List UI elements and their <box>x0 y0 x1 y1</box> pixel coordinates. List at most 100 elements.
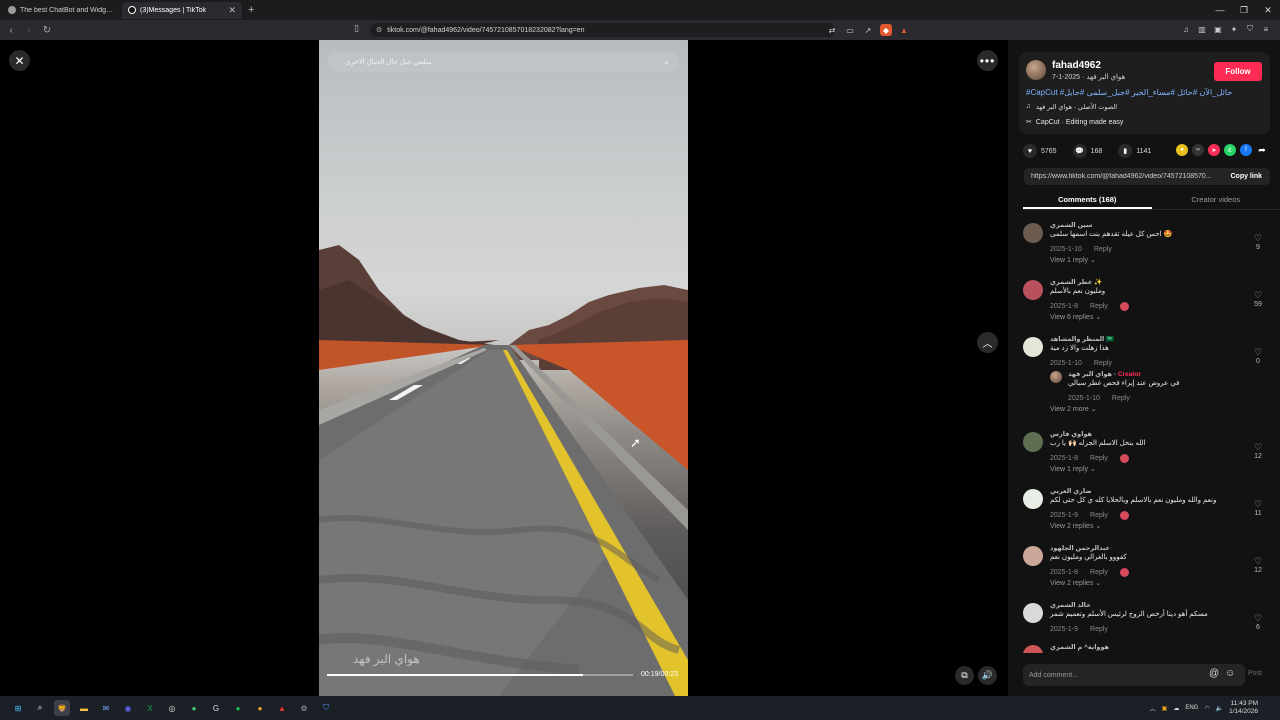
commenter-name[interactable]: هوواية^ م الشمري <box>1050 643 1273 652</box>
view-replies-link[interactable]: View 2 replies ⌄ <box>1050 522 1273 536</box>
send-to-friends-icon[interactable]: ➤ <box>1208 144 1220 156</box>
video-search-bar[interactable]: سلمى جبل جال الجبال الاخرى ⌕ <box>327 52 679 72</box>
like-stat[interactable]: ♥ 5765 <box>1023 144 1057 158</box>
wallet-icon[interactable]: ▣ <box>1212 23 1224 35</box>
language-indicator[interactable]: ENG <box>1185 705 1198 711</box>
app-icon[interactable]: ▲ <box>274 700 290 716</box>
reply-button[interactable]: Reply <box>1090 569 1108 576</box>
author-avatar[interactable] <box>1026 60 1046 80</box>
hashtags[interactable]: #CapCut #حائل_الآن #حائل #مساء_الخير #جب… <box>1026 88 1266 97</box>
brave-browser-icon[interactable]: 🦁 <box>54 700 70 716</box>
volume-icon[interactable]: 🔈 <box>1216 705 1223 712</box>
back-icon[interactable]: ‹ <box>4 23 18 37</box>
minimize-button[interactable]: — <box>1208 0 1232 20</box>
brave-shield-icon[interactable]: ◆ <box>880 24 892 36</box>
app-icon[interactable]: ● <box>252 700 268 716</box>
bookmark-icon[interactable]: ▯ <box>354 23 359 34</box>
discord-icon[interactable]: ◉ <box>120 700 136 716</box>
vpn-icon[interactable]: ⛉ <box>1244 23 1256 35</box>
close-tab-icon[interactable]: ✕ <box>228 5 236 16</box>
forward-icon[interactable]: › <box>22 23 36 37</box>
share-link-text[interactable]: https://www.tiktok.com/@fahad4962/video/… <box>1024 173 1222 180</box>
maximize-button[interactable]: ❐ <box>1232 0 1256 20</box>
comment-like[interactable]: ♡ 9 <box>1252 233 1264 251</box>
site-info-icon[interactable]: ⚙ <box>376 26 382 34</box>
share-arrow-icon[interactable]: ➦ <box>1256 144 1268 156</box>
reply-button[interactable]: Reply <box>1090 455 1108 462</box>
xbox-icon[interactable]: ● <box>186 700 202 716</box>
address-bar[interactable]: ⚙ tiktok.com/@fahad4962/video/7457210857… <box>370 23 835 37</box>
browser-tab-tiktok[interactable]: (3)Messages | TikTok ✕ <box>122 1 242 19</box>
comment-like[interactable]: ♡ 11 <box>1252 499 1264 517</box>
capcut-anchor[interactable]: ✂ CapCut · Editing made easy <box>1026 118 1123 127</box>
post-button[interactable]: Post <box>1248 670 1262 677</box>
tray-chevron-icon[interactable]: ︿ <box>1150 704 1156 713</box>
commenter-name[interactable]: ضاري العربي <box>1050 487 1273 496</box>
extension-icon[interactable]: ♫ <box>1180 23 1192 35</box>
view-replies-link[interactable]: View 1 reply ⌄ <box>1050 465 1273 479</box>
commenter-avatar[interactable] <box>1023 223 1043 243</box>
cast-icon[interactable]: ▭ <box>844 24 856 36</box>
commenter-name[interactable]: سين الشمري <box>1050 221 1273 230</box>
reload-icon[interactable]: ↻ <box>40 23 54 37</box>
comment-like[interactable]: ♡ 59 <box>1252 290 1264 308</box>
view-replies-link[interactable]: View 2 replies ⌄ <box>1050 579 1273 593</box>
comment-like[interactable]: ♡ 6 <box>1252 613 1264 631</box>
tray-app-icon[interactable]: ▣ <box>1162 705 1168 712</box>
comment-like[interactable]: ♡ 12 <box>1252 442 1264 460</box>
view-replies-link[interactable]: View 6 replies ⌄ <box>1050 313 1273 327</box>
commenter-avatar[interactable] <box>1023 546 1043 566</box>
excel-icon[interactable]: X <box>142 700 158 716</box>
whatsapp-icon[interactable]: ✆ <box>1224 144 1236 156</box>
wifi-icon[interactable]: ◠ <box>1204 705 1209 712</box>
shield-icon[interactable]: ⛉ <box>318 700 334 716</box>
app-icon[interactable]: ◎ <box>164 700 180 716</box>
browser-tab-chatbot[interactable]: The best ChatBot and Widgets for K <box>2 2 120 19</box>
view-more-link[interactable]: View 2 more ⌄ <box>1050 405 1273 419</box>
commenter-name[interactable]: عبدالرحمن الجلهود <box>1050 544 1273 553</box>
menu-icon[interactable]: ≡ <box>1260 23 1272 35</box>
reply-button[interactable]: Reply <box>1090 512 1108 519</box>
commenter-avatar[interactable] <box>1023 432 1043 452</box>
save-stat[interactable]: ▮ 1141 <box>1118 144 1151 158</box>
spotify-icon[interactable]: ● <box>230 700 246 716</box>
leo-ai-icon[interactable]: ✦ <box>1228 23 1240 35</box>
volume-button[interactable]: 🔊 <box>978 666 997 685</box>
author-username[interactable]: fahad4962 <box>1052 60 1101 71</box>
tab-comments[interactable]: Comments (168) <box>1023 192 1152 209</box>
reply-author-name[interactable]: هواي البر فهد <box>1068 371 1112 378</box>
video-progress-bar[interactable] <box>327 674 633 676</box>
new-tab-button[interactable]: + <box>248 4 254 16</box>
facebook-icon[interactable]: f <box>1240 144 1252 156</box>
commenter-avatar[interactable] <box>1023 603 1043 623</box>
file-explorer-icon[interactable]: ▬ <box>76 700 92 716</box>
brave-rewards-icon[interactable]: ▲ <box>898 24 910 36</box>
commenter-name[interactable]: المنظر والمشاهد 🇸🇦 <box>1050 335 1273 344</box>
commenter-name[interactable]: هواوي فارس <box>1050 430 1273 439</box>
comment-like[interactable]: ♡ 0 <box>1252 347 1264 365</box>
share-page-icon[interactable]: ↗ <box>862 24 874 36</box>
commenter-avatar[interactable] <box>1023 280 1043 300</box>
comment-like[interactable]: ♡ 12 <box>1252 556 1264 574</box>
mention-icon[interactable]: @ <box>1209 668 1219 679</box>
reply-button[interactable]: Reply <box>1094 246 1112 253</box>
sidebar-icon[interactable]: ▥ <box>1196 23 1208 35</box>
copy-link-button[interactable]: Copy link <box>1222 173 1270 180</box>
commenter-avatar[interactable] <box>1023 489 1043 509</box>
tab-creator-videos[interactable]: Creator videos <box>1152 192 1280 209</box>
mail-icon[interactable]: ✉ <box>98 700 114 716</box>
follow-button[interactable]: Follow <box>1214 62 1262 81</box>
settings-icon[interactable]: ⚙ <box>296 700 312 716</box>
close-video-button[interactable]: ✕ <box>9 50 30 71</box>
reply-button[interactable]: Reply <box>1094 360 1112 367</box>
app-icon[interactable]: G <box>208 700 224 716</box>
coin-icon[interactable]: ● <box>1176 144 1188 156</box>
creator-avatar[interactable] <box>1050 371 1062 383</box>
translate-icon[interactable]: ⇄ <box>826 24 838 36</box>
commenter-name[interactable]: عطر الشمري ✨ <box>1050 278 1273 287</box>
comment-stat[interactable]: 💬 168 <box>1072 144 1102 158</box>
view-replies-link[interactable]: View 1 reply ⌄ <box>1050 256 1273 270</box>
more-options-button[interactable]: ••• <box>977 50 998 71</box>
reply-button[interactable]: Reply <box>1112 395 1130 402</box>
windows-start-icon[interactable]: ⊞ <box>10 700 26 716</box>
